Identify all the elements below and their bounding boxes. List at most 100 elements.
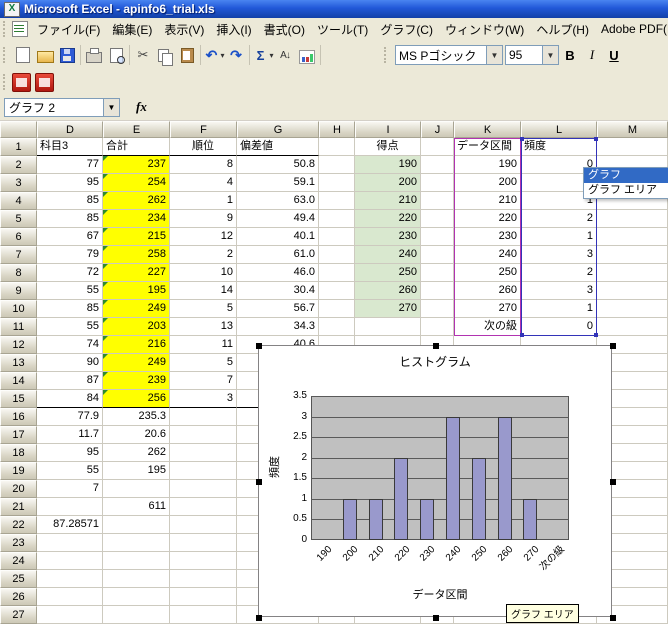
cell-F15[interactable]: 3 <box>170 390 237 408</box>
cell-E5[interactable]: 234 <box>103 210 170 228</box>
cell-D16[interactable]: 77.9 <box>37 408 103 426</box>
row-header-12[interactable]: 12 <box>0 336 37 354</box>
row-header-15[interactable]: 15 <box>0 390 37 408</box>
cell-E14[interactable]: 239 <box>103 372 170 390</box>
cell-H2[interactable] <box>319 156 355 174</box>
cell-F12[interactable]: 11 <box>170 336 237 354</box>
cell-J4[interactable] <box>421 192 454 210</box>
cell-F6[interactable]: 12 <box>170 228 237 246</box>
cell-I10[interactable]: 270 <box>355 300 421 318</box>
embedded-histogram-chart[interactable]: ヒストグラム 頻度 データ区間 グラフ エリア 00.511.522.533.5… <box>258 345 612 617</box>
font-size-combo[interactable]: 95 ▼ <box>505 45 559 65</box>
cell-E8[interactable]: 227 <box>103 264 170 282</box>
cell-D4[interactable]: 85 <box>37 192 103 210</box>
cell-D14[interactable]: 87 <box>37 372 103 390</box>
cell-F9[interactable]: 14 <box>170 282 237 300</box>
cell-H6[interactable] <box>319 228 355 246</box>
cell-D27[interactable] <box>37 606 103 624</box>
cell-H9[interactable] <box>319 282 355 300</box>
cell-J11[interactable] <box>421 318 454 336</box>
cell-D17[interactable]: 11.7 <box>37 426 103 444</box>
cell-I8[interactable]: 250 <box>355 264 421 282</box>
cell-E10[interactable]: 249 <box>103 300 170 318</box>
cell-E24[interactable] <box>103 552 170 570</box>
popup-item-chart[interactable]: グラフ <box>584 168 668 183</box>
toolbar-grip[interactable] <box>3 47 8 63</box>
chart-selection-handle[interactable] <box>256 479 262 485</box>
column-header-I[interactable]: I <box>355 121 421 138</box>
print-button[interactable] <box>83 44 105 66</box>
range-handle[interactable] <box>594 137 598 141</box>
cell-D3[interactable]: 95 <box>37 174 103 192</box>
menu-item-chart[interactable]: グラフ(C) <box>374 18 439 41</box>
create-pdf-icon[interactable] <box>12 73 31 92</box>
cell-E16[interactable]: 235.3 <box>103 408 170 426</box>
cell-D25[interactable] <box>37 570 103 588</box>
name-box-dropdown-icon[interactable]: ▼ <box>103 99 119 116</box>
cell-G7[interactable]: 61.0 <box>237 246 319 264</box>
cell-F1[interactable]: 順位 <box>170 138 237 156</box>
cell-M6[interactable] <box>597 228 668 246</box>
new-button[interactable] <box>12 44 34 66</box>
chart-bar-240[interactable] <box>446 417 460 540</box>
row-header-24[interactable]: 24 <box>0 552 37 570</box>
cell-H11[interactable] <box>319 318 355 336</box>
cell-G8[interactable]: 46.0 <box>237 264 319 282</box>
cell-E26[interactable] <box>103 588 170 606</box>
cell-F19[interactable] <box>170 462 237 480</box>
select-all-corner[interactable] <box>0 121 37 138</box>
insert-function-button[interactable]: fx <box>136 99 147 115</box>
copy-button[interactable] <box>154 44 176 66</box>
row-header-23[interactable]: 23 <box>0 534 37 552</box>
cell-M8[interactable] <box>597 264 668 282</box>
cell-H7[interactable] <box>319 246 355 264</box>
cell-H8[interactable] <box>319 264 355 282</box>
chart-selection-handle[interactable] <box>256 615 262 621</box>
chart-bar-200[interactable] <box>343 499 357 540</box>
chart-selection-handle[interactable] <box>433 343 439 349</box>
cell-J6[interactable] <box>421 228 454 246</box>
range-handle[interactable] <box>520 137 524 141</box>
chart-bar-250[interactable] <box>472 458 486 540</box>
cell-E4[interactable]: 262 <box>103 192 170 210</box>
underline-button[interactable]: U <box>603 44 625 66</box>
cell-G6[interactable]: 40.1 <box>237 228 319 246</box>
menu-item-file[interactable]: ファイル(F) <box>31 18 106 41</box>
cell-E22[interactable] <box>103 516 170 534</box>
row-header-20[interactable]: 20 <box>0 480 37 498</box>
cell-G1[interactable]: 偏差値 <box>237 138 319 156</box>
cell-I9[interactable]: 260 <box>355 282 421 300</box>
cell-D19[interactable]: 55 <box>37 462 103 480</box>
cell-E27[interactable] <box>103 606 170 624</box>
cell-I1[interactable]: 得点 <box>355 138 421 156</box>
row-header-11[interactable]: 11 <box>0 318 37 336</box>
chart-bar-230[interactable] <box>420 499 434 540</box>
cell-J2[interactable] <box>421 156 454 174</box>
cell-I2[interactable]: 190 <box>355 156 421 174</box>
row-header-3[interactable]: 3 <box>0 174 37 192</box>
column-header-H[interactable]: H <box>319 121 355 138</box>
popup-item-chart-area[interactable]: グラフ エリア <box>584 183 668 198</box>
cell-M9[interactable] <box>597 282 668 300</box>
cell-F14[interactable]: 7 <box>170 372 237 390</box>
cell-H5[interactable] <box>319 210 355 228</box>
cell-F24[interactable] <box>170 552 237 570</box>
row-header-17[interactable]: 17 <box>0 426 37 444</box>
range-handle[interactable] <box>594 333 598 337</box>
cell-M11[interactable] <box>597 318 668 336</box>
cell-D21[interactable] <box>37 498 103 516</box>
row-header-14[interactable]: 14 <box>0 372 37 390</box>
cell-H1[interactable] <box>319 138 355 156</box>
row-header-1[interactable]: 1 <box>0 138 37 156</box>
print-preview-button[interactable] <box>105 44 127 66</box>
menu-item-window[interactable]: ウィンドウ(W) <box>439 18 530 41</box>
chart-bar-210[interactable] <box>369 499 383 540</box>
cell-E1[interactable]: 合計 <box>103 138 170 156</box>
cell-D11[interactable]: 55 <box>37 318 103 336</box>
cell-H3[interactable] <box>319 174 355 192</box>
cell-I6[interactable]: 230 <box>355 228 421 246</box>
cell-M5[interactable] <box>597 210 668 228</box>
cell-F11[interactable]: 13 <box>170 318 237 336</box>
chart-bar-260[interactable] <box>498 417 512 540</box>
cell-I5[interactable]: 220 <box>355 210 421 228</box>
